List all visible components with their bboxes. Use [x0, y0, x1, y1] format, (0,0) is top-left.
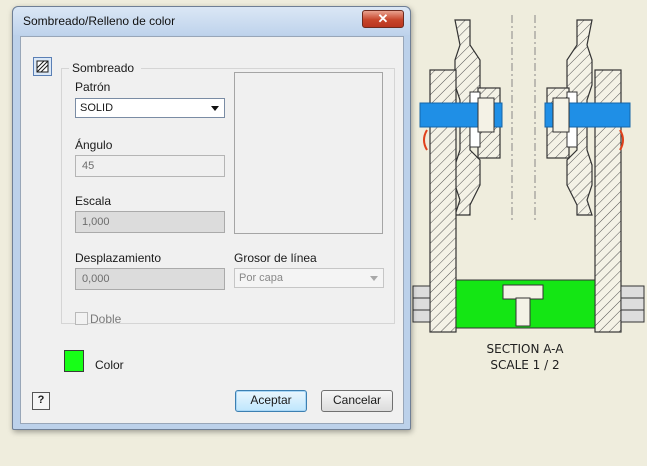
close-button[interactable]: ✕	[362, 10, 404, 28]
dialog-client-area: Sombreado Patrón SOLID Ángulo 45 Escala …	[20, 36, 404, 424]
color-label: Color	[95, 358, 124, 372]
help-button[interactable]: ?	[32, 392, 50, 410]
offset-input[interactable]: 0,000	[75, 268, 225, 290]
group-border-right	[394, 68, 395, 323]
pattern-value: SOLID	[80, 102, 114, 114]
pattern-label: Patrón	[75, 80, 111, 94]
pattern-dropdown[interactable]: SOLID	[75, 98, 225, 118]
group-border-top-right	[141, 68, 395, 69]
right-bolt	[620, 285, 645, 323]
shading-group-label: Sombreado	[72, 61, 135, 75]
ok-button[interactable]: Aceptar	[235, 390, 307, 412]
double-label: Doble	[90, 312, 122, 326]
left-bolt	[412, 285, 431, 323]
help-icon: ?	[37, 394, 45, 406]
double-checkbox[interactable]	[75, 312, 88, 325]
angle-input[interactable]: 45	[75, 155, 225, 177]
cancel-button[interactable]: Cancelar	[321, 390, 393, 412]
pattern-preview	[234, 72, 383, 234]
chevron-down-icon	[370, 276, 378, 281]
hatch-pattern-icon	[36, 60, 49, 73]
scale-value: 1,000	[82, 216, 110, 228]
offset-label: Desplazamiento	[75, 251, 162, 265]
close-icon: ✕	[377, 11, 389, 26]
scale-label: Escala	[75, 194, 112, 208]
dialog-title: Sombreado/Relleno de color	[23, 14, 176, 28]
line-weight-value: Por capa	[239, 272, 284, 284]
section-scale: SCALE 1 / 2	[490, 358, 560, 372]
line-weight-label: Grosor de línea	[234, 251, 317, 265]
color-swatch-button[interactable]	[64, 350, 84, 372]
hatch-tab-button[interactable]	[33, 57, 52, 76]
chevron-down-icon	[211, 106, 219, 111]
group-border-top-left	[61, 68, 69, 69]
group-border-left	[61, 68, 62, 323]
offset-value: 0,000	[82, 273, 110, 285]
angle-value: 45	[82, 160, 95, 172]
hatch-fill-dialog: Sombreado/Relleno de color ✕ Sombreado P…	[12, 6, 411, 430]
section-title: SECTION A-A	[486, 342, 564, 356]
line-weight-dropdown[interactable]: Por capa	[234, 268, 384, 288]
angle-label: Ángulo	[75, 138, 113, 152]
scale-input[interactable]: 1,000	[75, 211, 225, 233]
dialog-titlebar[interactable]: Sombreado/Relleno de color ✕	[13, 7, 410, 35]
